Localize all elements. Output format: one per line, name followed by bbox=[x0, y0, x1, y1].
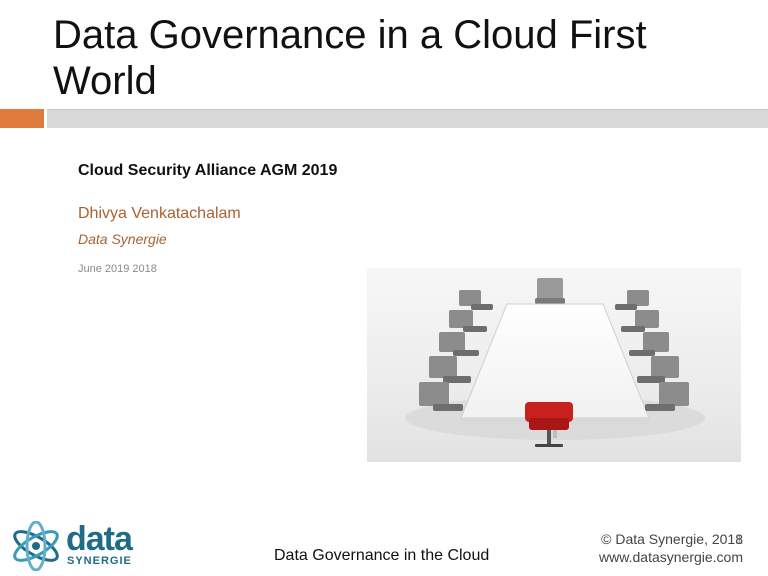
author-organization: Data Synergie bbox=[78, 231, 167, 247]
logo-word: data bbox=[66, 520, 133, 558]
copyright-text: © Data Synergie, 2018 bbox=[601, 531, 743, 547]
title-rule bbox=[47, 109, 768, 128]
event-name: Cloud Security Alliance AGM 2019 bbox=[78, 162, 338, 179]
copyright-line: © Data Synergie, 2018 1 bbox=[560, 530, 743, 548]
title-rule-accent bbox=[0, 109, 44, 128]
chair-red bbox=[525, 402, 573, 447]
footer-copyright: © Data Synergie, 2018 1 www.datasynergie… bbox=[560, 530, 743, 566]
data-synergie-logo: data SYNERGIE bbox=[10, 520, 150, 572]
slide-title: Data Governance in a Cloud First World bbox=[53, 13, 647, 103]
website-text: www.datasynergie.com bbox=[599, 549, 743, 565]
footer-title: Data Governance in the Cloud bbox=[274, 547, 490, 564]
author-name: Dhivya Venkatachalam bbox=[78, 205, 241, 222]
logo-subword: SYNERGIE bbox=[67, 555, 132, 567]
page-number: 1 bbox=[735, 531, 743, 547]
presentation-date: June 2019 2018 bbox=[78, 263, 157, 275]
conference-table-image bbox=[367, 268, 741, 462]
atom-icon bbox=[13, 520, 59, 572]
